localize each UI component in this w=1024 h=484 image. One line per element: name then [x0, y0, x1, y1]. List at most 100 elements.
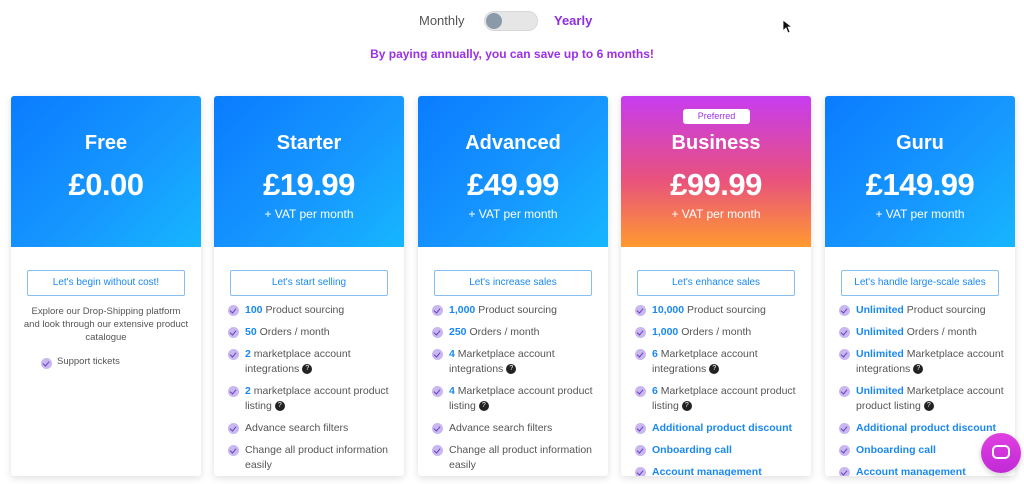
check-icon: [228, 327, 239, 338]
check-icon: [228, 305, 239, 316]
feature-text: Support tickets: [57, 356, 120, 367]
feature-item: Support tickets: [41, 356, 120, 369]
feature-item: Change all product information easily: [432, 443, 606, 473]
switch-knob: [486, 13, 502, 29]
feature-text: Marketplace account integrations: [449, 348, 555, 375]
check-icon: [228, 349, 239, 360]
help-icon[interactable]: ?: [274, 401, 285, 412]
plan-name: Starter: [276, 132, 342, 154]
feature-item: 4 Marketplace account product listing?: [432, 384, 606, 414]
billing-switch[interactable]: [484, 11, 538, 31]
feature-number: 1,000: [449, 304, 476, 316]
feature-list: 100 Product sourcing 50 Orders / month 2…: [228, 303, 402, 476]
help-icon[interactable]: ?: [913, 364, 924, 375]
check-icon: [839, 467, 850, 476]
check-icon: [635, 349, 646, 360]
feature-item: Unlimited Orders / month: [839, 325, 1013, 340]
feature-number: 250: [449, 326, 467, 338]
preferred-badge: Preferred: [683, 109, 750, 124]
check-icon: [432, 305, 443, 316]
feature-number: Unlimited: [856, 326, 904, 338]
check-icon: [839, 349, 850, 360]
feature-item: Unlimited Marketplace account product li…: [839, 384, 1013, 414]
help-icon[interactable]: ?: [478, 401, 489, 412]
feature-text: Marketplace account product listing: [652, 385, 796, 412]
help-icon[interactable]: ?: [923, 401, 934, 412]
plan-price: £49.99: [467, 167, 559, 202]
check-icon: [839, 305, 850, 316]
plan-description: Explore our Drop-Shipping platform and l…: [23, 306, 189, 343]
check-icon: [432, 386, 443, 397]
plan-price: £0.00: [68, 167, 144, 202]
chat-button[interactable]: [981, 433, 1021, 473]
help-icon[interactable]: ?: [681, 401, 692, 412]
feature-list: 10,000 Product sourcing 1,000 Orders / m…: [635, 303, 809, 476]
check-icon: [839, 327, 850, 338]
plan-card-advanced: Advanced £49.99 + VAT per month Let's in…: [418, 96, 608, 476]
feature-item: 50 Orders / month: [228, 325, 402, 340]
check-icon: [839, 423, 850, 434]
feature-item: 2 marketplace account integrations?: [228, 347, 402, 377]
plan-vat: + VAT per month: [468, 207, 558, 221]
feature-item: Change all product information easily: [228, 443, 402, 473]
check-icon: [228, 386, 239, 397]
feature-text: marketplace account integrations: [245, 348, 351, 375]
check-icon: [635, 423, 646, 434]
monthly-label[interactable]: Monthly: [419, 13, 465, 28]
feature-text: Marketplace account product listing: [449, 385, 593, 412]
feature-item: 6 Marketplace account product listing?: [635, 384, 809, 414]
plan-card-free: Free £0.00 Let's begin without cost! Exp…: [11, 96, 201, 476]
feature-item: Additional product discount: [635, 421, 809, 436]
check-icon: [432, 423, 443, 434]
check-icon: [228, 445, 239, 456]
cta-button[interactable]: Let's handle large-scale sales: [841, 270, 999, 296]
plan-header: Free £0.00: [11, 96, 201, 247]
plan-price: £19.99: [263, 167, 355, 202]
feature-text: Advance search filters: [245, 422, 349, 434]
help-icon[interactable]: ?: [709, 364, 720, 375]
check-icon: [432, 445, 443, 456]
feature-item: Unlimited Marketplace account integratio…: [839, 347, 1013, 377]
feature-text: Product sourcing: [903, 304, 986, 316]
check-icon: [635, 386, 646, 397]
check-icon: [839, 386, 850, 397]
feature-item: 2 marketplace account product listing?: [228, 384, 402, 414]
feature-text: Advance search filters: [449, 422, 553, 434]
feature-item: 1,000 Orders / month: [635, 325, 809, 340]
check-icon: [635, 327, 646, 338]
feature-text: Product sourcing: [475, 304, 557, 316]
feature-item: 10,000 Product sourcing: [635, 303, 809, 318]
plan-header: Guru £149.99 + VAT per month: [825, 96, 1015, 247]
help-icon[interactable]: ?: [302, 364, 313, 375]
cta-button[interactable]: Let's begin without cost!: [27, 270, 185, 296]
feature-text: marketplace account product listing: [245, 385, 389, 412]
mouse-cursor-icon: [783, 20, 793, 34]
feature-item: Additional product discount: [839, 421, 1013, 436]
feature-list: 1,000 Product sourcing 250 Orders / mont…: [432, 303, 606, 476]
check-icon: [432, 327, 443, 338]
feature-item: Advance search filters: [228, 421, 402, 436]
check-icon: [635, 445, 646, 456]
plan-vat: + VAT per month: [875, 207, 965, 221]
plan-name: Guru: [896, 132, 944, 154]
cta-button[interactable]: Let's enhance sales: [637, 270, 795, 296]
feature-text: Change all product information easily: [245, 444, 389, 471]
cta-button[interactable]: Let's increase sales: [434, 270, 592, 296]
feature-item: Unlimited Product sourcing: [839, 303, 1013, 318]
cta-button[interactable]: Let's start selling: [230, 270, 388, 296]
help-icon[interactable]: ?: [506, 364, 517, 375]
chat-icon: [992, 445, 1010, 459]
plan-name: Advanced: [465, 132, 561, 154]
plan-header: Advanced £49.99 + VAT per month: [418, 96, 608, 247]
feature-number: 10,000: [652, 304, 685, 316]
feature-item: Advance search filters: [432, 421, 606, 436]
plan-card-starter: Starter £19.99 + VAT per month Let's sta…: [214, 96, 404, 476]
plan-vat: + VAT per month: [264, 207, 354, 221]
feature-text: Orders / month: [256, 326, 330, 338]
feature-highlight: Onboarding call: [856, 444, 936, 456]
feature-text: Orders / month: [903, 326, 977, 338]
feature-text: Orders / month: [466, 326, 540, 338]
check-icon: [839, 445, 850, 456]
promo-text: By paying annually, you can save up to 6…: [370, 47, 654, 61]
yearly-label[interactable]: Yearly: [554, 13, 592, 28]
